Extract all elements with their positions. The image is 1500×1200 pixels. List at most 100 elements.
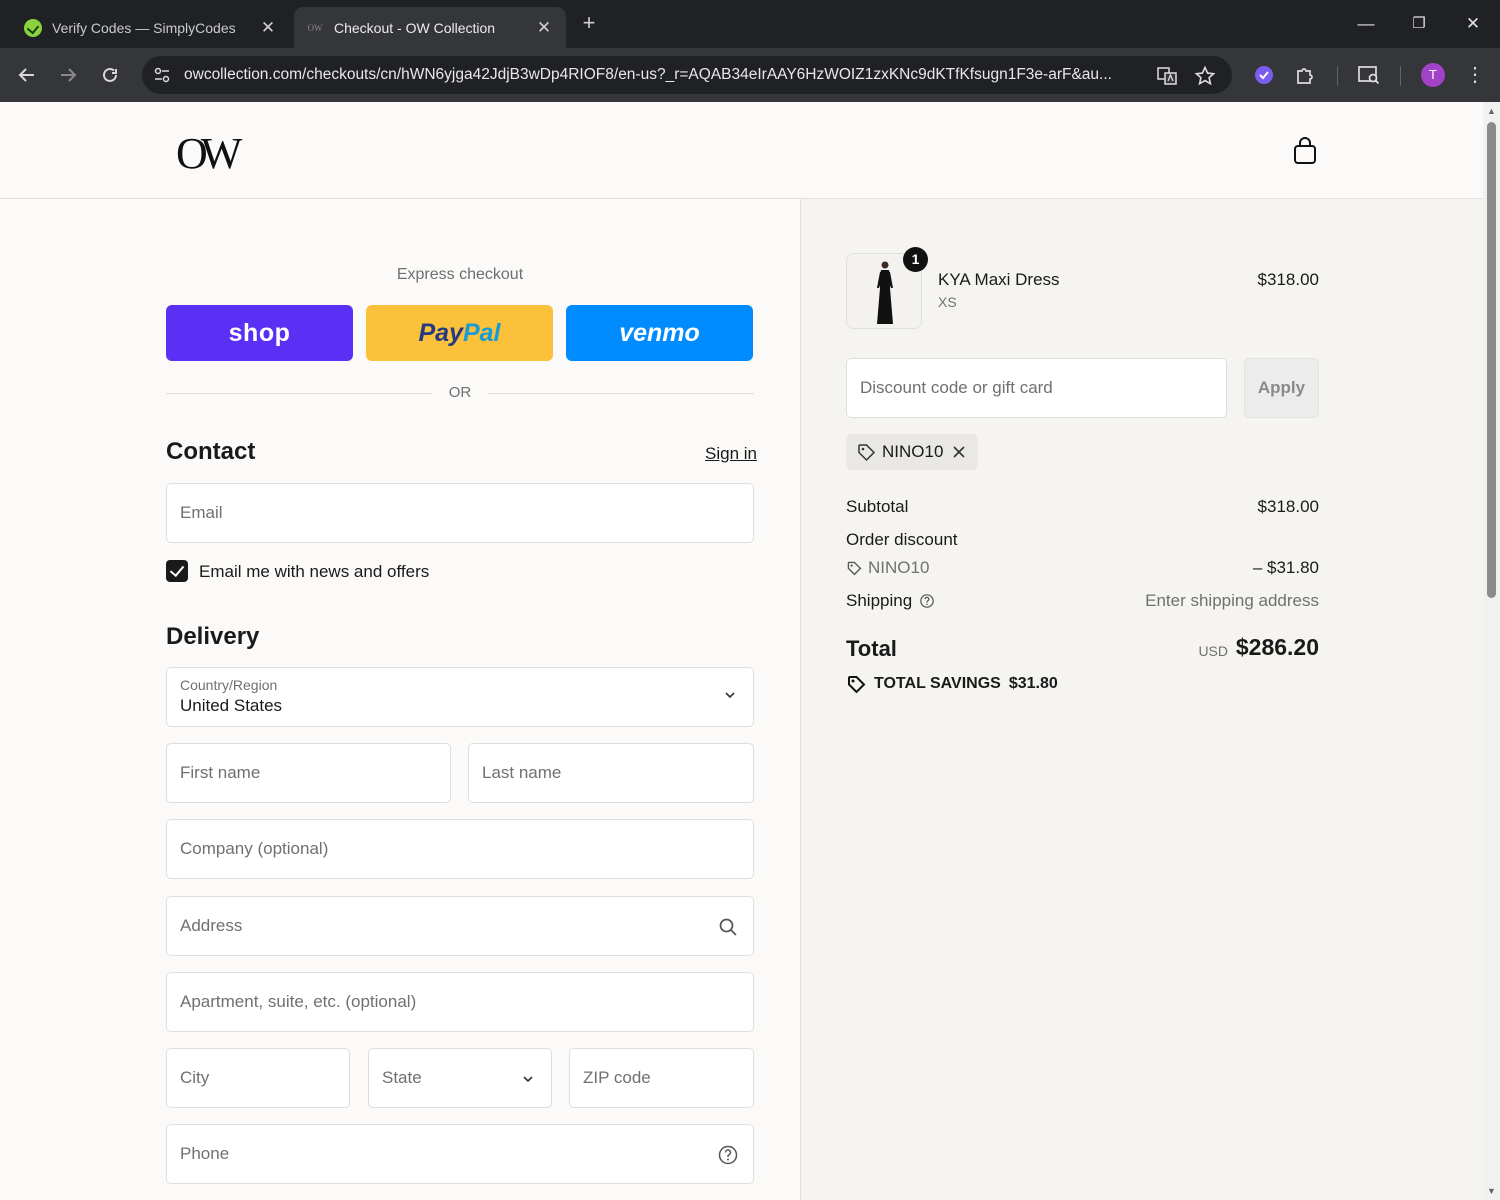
chevron-down-icon (523, 1076, 533, 1083)
or-divider-text: OR (448, 384, 472, 401)
discount-code-row: NINO10 (846, 558, 929, 578)
translate-icon[interactable] (1156, 65, 1178, 87)
applied-code-text: NINO10 (882, 442, 944, 461)
new-tab-button[interactable]: + (578, 12, 600, 36)
newsletter-label[interactable]: Email me with news and offers (199, 562, 429, 582)
help-circle-icon[interactable] (919, 593, 935, 609)
country-label: Country/Region (180, 677, 278, 693)
browser-menu-icon[interactable]: ⋮ (1462, 62, 1488, 88)
last-name-placeholder: Last name (482, 763, 562, 782)
chevron-down-icon (725, 692, 735, 699)
divider-line (488, 393, 754, 394)
apartment-placeholder: Apartment, suite, etc. (optional) (180, 992, 417, 1011)
company-field[interactable]: Company (optional) (166, 819, 754, 879)
tag-icon (847, 561, 862, 576)
bookmark-star-icon[interactable] (1194, 65, 1216, 87)
paypal-logo-part: Pay (418, 318, 463, 347)
order-discount-label: Order discount (846, 530, 958, 549)
contact-heading: Contact (166, 438, 256, 465)
tab-search-icon[interactable] (1356, 62, 1382, 88)
restore-button[interactable]: ❐ (1404, 10, 1434, 38)
total-label: Total (846, 636, 897, 661)
address-placeholder: Address (180, 916, 243, 935)
paypal-logo-part: Pal (462, 318, 501, 347)
discount-placeholder: Discount code or gift card (860, 378, 1053, 397)
address-bar[interactable]: owcollection.com/checkouts/cn/hWN6yjga42… (142, 56, 1232, 94)
url-text[interactable]: owcollection.com/checkouts/cn/hWN6yjga42… (184, 66, 1144, 84)
discount-value: – $31.80 (1252, 558, 1319, 577)
state-placeholder: State (382, 1068, 422, 1087)
tab-close-icon[interactable]: ✕ (534, 18, 554, 38)
phone-field[interactable]: Phone (166, 1124, 754, 1184)
express-checkout-title: Express checkout (396, 266, 524, 283)
store-header: OW (0, 102, 1483, 199)
first-name-field[interactable]: First name (166, 743, 451, 803)
tab-simplycodes[interactable]: Verify Codes — SimplyCodes ✕ (12, 7, 290, 48)
simplycodes-favicon-icon (24, 18, 42, 37)
subtotal-value: $318.00 (1257, 497, 1319, 516)
product-name: KYA Maxi Dress (938, 270, 1060, 289)
search-icon (719, 918, 737, 936)
state-select[interactable]: State (368, 1048, 552, 1108)
newsletter-checkbox[interactable] (166, 560, 188, 582)
tab-title: Verify Codes — SimplyCodes (52, 19, 236, 36)
last-name-field[interactable]: Last name (468, 743, 754, 803)
scroll-down-arrow-icon[interactable]: ▼ (1486, 1186, 1497, 1196)
tag-icon (848, 676, 866, 694)
remove-discount-icon[interactable] (949, 442, 969, 462)
delivery-heading: Delivery (166, 623, 260, 650)
order-summary-panel (800, 199, 1483, 1200)
total-savings-row: TOTAL SAVINGS $31.80 (846, 674, 1058, 694)
ow-collection-logo[interactable]: OW (176, 128, 242, 179)
city-placeholder: City (180, 1068, 210, 1087)
zip-field[interactable]: ZIP code (569, 1048, 754, 1108)
address-field[interactable]: Address (166, 896, 754, 956)
help-circle-icon[interactable] (717, 1144, 739, 1166)
zip-placeholder: ZIP code (583, 1068, 651, 1087)
apply-button[interactable]: Apply (1244, 358, 1319, 418)
total-value: $286.20 (1235, 634, 1319, 660)
country-value: United States (180, 696, 283, 715)
minimize-button[interactable]: — (1351, 10, 1381, 38)
forward-arrow-icon[interactable] (54, 61, 82, 89)
checkout-page: OW Express checkout shop Pay Pal venmo OR… (0, 102, 1483, 1200)
window-close-button[interactable]: ✕ (1458, 10, 1488, 38)
country-select[interactable]: Country/Region United States (166, 667, 754, 727)
email-placeholder: Email (180, 503, 223, 522)
total-currency: USD (1198, 643, 1228, 659)
quantity-badge: 1 (903, 247, 928, 272)
venmo-button[interactable]: venmo (566, 305, 753, 361)
site-settings-icon[interactable] (152, 65, 172, 85)
extensions-puzzle-icon[interactable] (1293, 62, 1319, 88)
back-arrow-icon[interactable] (13, 61, 41, 89)
shipping-value: Enter shipping address (1145, 591, 1319, 610)
reload-icon[interactable] (96, 61, 124, 89)
email-field[interactable]: Email (166, 483, 754, 543)
product-variant: XS (938, 294, 957, 310)
tab-checkout[interactable]: OW Checkout - OW Collection ✕ (294, 7, 566, 48)
tab-close-icon[interactable]: ✕ (258, 18, 278, 38)
city-field[interactable]: City (166, 1048, 350, 1108)
shopping-bag-icon[interactable] (1292, 136, 1318, 166)
scroll-up-arrow-icon[interactable]: ▲ (1486, 106, 1497, 116)
applied-discount-chip: NINO10 (846, 434, 978, 470)
shipping-row: Shipping (846, 591, 935, 611)
paypal-button[interactable]: Pay Pal (366, 305, 553, 361)
phone-placeholder: Phone (180, 1144, 230, 1163)
tab-title: Checkout - OW Collection (334, 19, 496, 36)
tag-icon (858, 444, 876, 462)
shipping-label: Shipping (846, 591, 913, 610)
sign-in-link[interactable]: Sign in (705, 444, 757, 464)
company-placeholder: Company (optional) (180, 839, 329, 858)
apartment-field[interactable]: Apartment, suite, etc. (optional) (166, 972, 754, 1032)
discount-code-field[interactable]: Discount code or gift card (846, 358, 1227, 418)
page-scrollbar-thumb[interactable] (1487, 122, 1496, 598)
subtotal-label: Subtotal (846, 497, 909, 516)
toolbar-divider (1337, 66, 1338, 86)
browser-toolbar: owcollection.com/checkouts/cn/hWN6yjga42… (0, 48, 1500, 102)
simplycodes-extension-icon[interactable] (1251, 62, 1277, 88)
divider-line (166, 393, 432, 394)
ow-favicon-icon: OW (307, 22, 323, 33)
shop-pay-button[interactable]: shop (166, 305, 353, 361)
profile-avatar[interactable]: T (1421, 63, 1445, 87)
